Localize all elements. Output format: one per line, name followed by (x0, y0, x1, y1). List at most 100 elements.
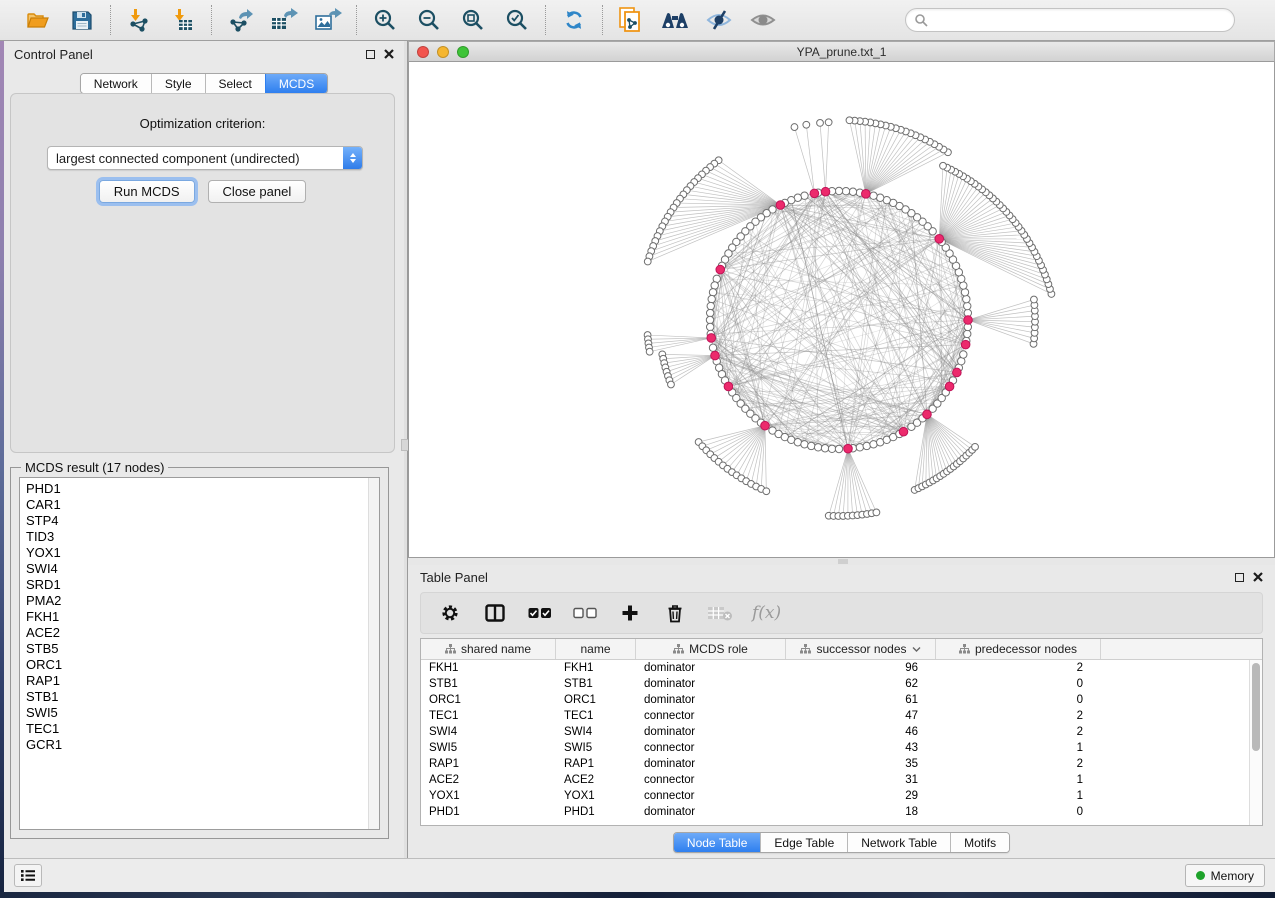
table-cell: ACE2 (556, 772, 636, 788)
zoom-fit-icon[interactable] (458, 5, 488, 35)
table-row[interactable]: TEC1TEC1connector472 (421, 708, 1249, 724)
mcds-result-item[interactable]: ORC1 (26, 657, 368, 673)
scrollbar-thumb[interactable] (1252, 663, 1260, 751)
table-cell: dominator (636, 756, 786, 772)
table-cell: SWI5 (556, 740, 636, 756)
mcds-result-item[interactable]: ACE2 (26, 625, 368, 641)
mcds-result-item[interactable]: SWI5 (26, 705, 368, 721)
table-row[interactable]: SWI4SWI4dominator462 (421, 724, 1249, 740)
column-header-name[interactable]: name (556, 639, 636, 659)
mcds-list-scrollbar[interactable] (368, 478, 379, 829)
zoom-selected-icon[interactable] (502, 5, 532, 35)
zoom-out-icon[interactable] (414, 5, 444, 35)
search-field[interactable] (905, 8, 1235, 32)
delete-row-icon[interactable] (662, 600, 688, 626)
main-toolbar (0, 0, 1275, 41)
close-panel-icon[interactable] (1253, 572, 1263, 582)
add-row-icon[interactable] (617, 600, 643, 626)
table-row[interactable]: SWI5SWI5connector431 (421, 740, 1249, 756)
tab-style[interactable]: Style (151, 74, 205, 93)
mcds-result-item[interactable]: STP4 (26, 513, 368, 529)
show-all-icon[interactable] (748, 5, 778, 35)
export-table-icon[interactable] (269, 5, 299, 35)
table-row[interactable]: ACE2ACE2connector311 (421, 772, 1249, 788)
table-row[interactable]: YOX1YOX1connector291 (421, 788, 1249, 804)
task-history-button[interactable] (14, 864, 42, 887)
open-file-icon[interactable] (23, 5, 53, 35)
table-row[interactable]: ORC1ORC1dominator610 (421, 692, 1249, 708)
mcds-result-item[interactable]: STB1 (26, 689, 368, 705)
table-cell: dominator (636, 660, 786, 676)
run-mcds-button[interactable]: Run MCDS (99, 180, 195, 203)
column-header-MCDS-role[interactable]: MCDS role (636, 639, 786, 659)
tab-motifs[interactable]: Motifs (950, 833, 1009, 852)
network-canvas[interactable] (408, 62, 1275, 558)
minimize-window-traffic-light[interactable] (437, 46, 449, 58)
save-session-icon[interactable] (67, 5, 97, 35)
mcds-result-item[interactable]: FKH1 (26, 609, 368, 625)
mcds-result-item[interactable]: YOX1 (26, 545, 368, 561)
criterion-dropdown[interactable]: largest connected component (undirected) (47, 146, 363, 170)
table-row[interactable]: PHD1PHD1dominator180 (421, 804, 1249, 820)
mcds-result-item[interactable]: SRD1 (26, 577, 368, 593)
table-cell: TEC1 (556, 708, 636, 724)
table-scrollbar[interactable] (1249, 660, 1262, 825)
refresh-view-icon[interactable] (559, 5, 589, 35)
table-cell: STB1 (421, 676, 556, 692)
import-table-icon[interactable] (168, 5, 198, 35)
tab-mcds[interactable]: MCDS (265, 74, 327, 93)
tab-select[interactable]: Select (205, 74, 265, 93)
zoom-in-icon[interactable] (370, 5, 400, 35)
close-panel-icon[interactable] (384, 49, 394, 59)
table-cell: SWI4 (421, 724, 556, 740)
export-network-icon[interactable] (225, 5, 255, 35)
mcds-result-item[interactable]: PHD1 (26, 481, 368, 497)
table-cell: YOX1 (421, 788, 556, 804)
memory-button[interactable]: Memory (1185, 864, 1265, 887)
settings-gear-icon[interactable] (437, 600, 463, 626)
table-row[interactable]: STB1STB1dominator620 (421, 676, 1249, 692)
mcds-result-item[interactable]: TID3 (26, 529, 368, 545)
tab-edge-table[interactable]: Edge Table (760, 833, 847, 852)
column-header-predecessor-nodes[interactable]: predecessor nodes (936, 639, 1101, 659)
float-panel-icon[interactable] (1235, 573, 1244, 582)
import-network-icon[interactable] (124, 5, 154, 35)
splitter-grip[interactable] (838, 559, 848, 564)
tab-node-table[interactable]: Node Table (674, 833, 761, 852)
table-header-row: shared namenameMCDS rolesuccessor nodesp… (421, 639, 1262, 660)
select-all-checkboxes-icon[interactable] (527, 600, 553, 626)
deselect-all-checkboxes-icon[interactable] (572, 600, 598, 626)
mcds-result-item[interactable]: RAP1 (26, 673, 368, 689)
share-network-document-icon[interactable] (616, 5, 646, 35)
hide-selected-icon[interactable] (704, 5, 734, 35)
mcds-result-item[interactable]: TEC1 (26, 721, 368, 737)
table-cell: FKH1 (556, 660, 636, 676)
close-panel-button[interactable]: Close panel (208, 180, 307, 203)
search-input[interactable] (928, 13, 1226, 27)
tab-network[interactable]: Network (81, 74, 151, 93)
float-panel-icon[interactable] (366, 50, 375, 59)
network-window-titlebar[interactable]: YPA_prune.txt_1 (408, 41, 1275, 62)
column-header-successor-nodes[interactable]: successor nodes (786, 639, 936, 659)
tab-network-table[interactable]: Network Table (847, 833, 950, 852)
show-column-icon[interactable] (482, 600, 508, 626)
horizontal-splitter[interactable] (408, 558, 1275, 565)
mcds-result-item[interactable]: STB5 (26, 641, 368, 657)
table-cell: dominator (636, 804, 786, 820)
mcds-result-item[interactable]: GCR1 (26, 737, 368, 753)
column-header-shared-name[interactable]: shared name (421, 639, 556, 659)
mcds-result-item[interactable]: CAR1 (26, 497, 368, 513)
table-tabs: Node TableEdge TableNetwork TableMotifs (673, 832, 1010, 853)
close-window-traffic-light[interactable] (417, 46, 429, 58)
table-cell: connector (636, 740, 786, 756)
table-cell: 62 (786, 676, 936, 692)
table-cell: 35 (786, 756, 936, 772)
export-image-icon[interactable] (313, 5, 343, 35)
table-row[interactable]: RAP1RAP1dominator352 (421, 756, 1249, 772)
maximize-window-traffic-light[interactable] (457, 46, 469, 58)
mcds-result-item[interactable]: PMA2 (26, 593, 368, 609)
search-binoculars-icon[interactable] (660, 5, 690, 35)
network-window-title: YPA_prune.txt_1 (797, 45, 887, 59)
mcds-result-item[interactable]: SWI4 (26, 561, 368, 577)
table-row[interactable]: FKH1FKH1dominator962 (421, 660, 1249, 676)
